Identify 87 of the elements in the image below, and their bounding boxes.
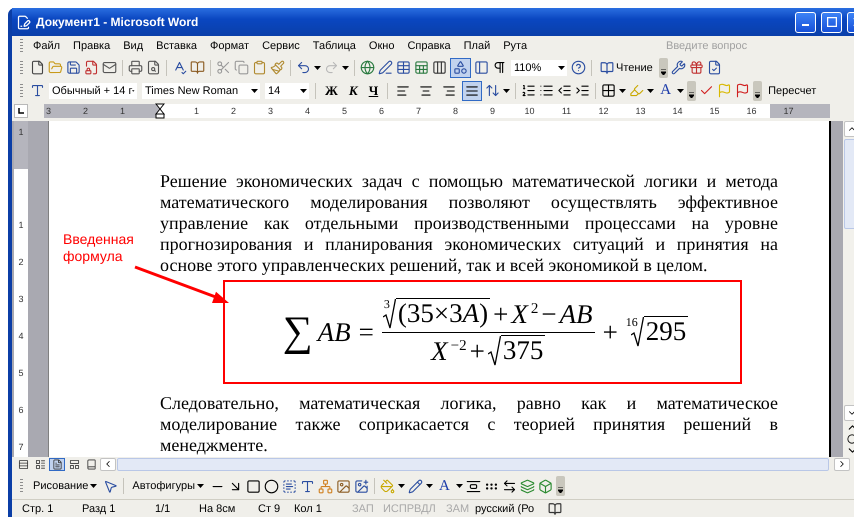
font-color-button[interactable]: A xyxy=(436,476,453,496)
ruler-number: 7 xyxy=(18,440,24,454)
math-number: ) xyxy=(479,298,488,328)
menu-item[interactable]: Справка xyxy=(401,40,458,52)
ruler-number: 3 xyxy=(18,292,24,306)
math-operator: + xyxy=(493,298,508,330)
menu-item[interactable]: Таблица xyxy=(306,40,363,52)
math-number: 295 xyxy=(646,316,686,346)
math-operator: + xyxy=(470,336,485,367)
ruler-number: 6 xyxy=(18,404,24,417)
bold-button[interactable]: Ж xyxy=(321,80,342,101)
menu-item[interactable]: Вид xyxy=(117,40,150,52)
ruler-number: 1 xyxy=(18,126,24,140)
ruler-number: 7 xyxy=(414,106,422,116)
status-item: русский (Ро xyxy=(475,502,536,515)
menu-item[interactable]: Правка xyxy=(67,40,118,52)
underline-button[interactable]: Ч xyxy=(364,80,382,101)
ruler-number: 6 xyxy=(378,106,385,116)
status-item: Стр. 1 xyxy=(22,502,54,515)
exponent: −2 xyxy=(450,338,467,355)
font-field[interactable]: Times New Roman xyxy=(141,82,261,100)
exponent: 2 xyxy=(530,300,538,318)
math-operator: − xyxy=(541,298,557,330)
ruler-number: 4 xyxy=(18,330,24,343)
status-item: ЗАП xyxy=(352,502,375,515)
ruler-number: 3 xyxy=(266,106,274,116)
math-operator: + xyxy=(602,316,618,348)
status-item: Кол 1 xyxy=(294,502,323,515)
status-item: На 8см xyxy=(199,502,236,515)
menu-item[interactable]: Окно xyxy=(362,40,402,52)
ruler-number: 13 xyxy=(634,106,646,116)
ruler-number: 1 xyxy=(18,218,24,232)
menu-item[interactable]: Формат xyxy=(204,40,256,52)
status-item: ИСПР xyxy=(383,502,414,515)
ruler-number: 10 xyxy=(523,106,536,116)
status-item: Ст 9 xyxy=(258,502,282,515)
status-item: ВДЛ xyxy=(414,502,437,515)
math-operator: = xyxy=(358,316,374,348)
menu-item[interactable]: Файл xyxy=(27,40,68,52)
style-field[interactable]: Обычный + 14 г xyxy=(48,82,138,100)
ruler-number: 2 xyxy=(18,256,24,269)
root-index: 16 xyxy=(626,316,638,328)
ruler-number: 12 xyxy=(597,106,610,116)
annotation-label: Введенная формула xyxy=(63,231,135,266)
status-item: ЗАМ xyxy=(446,502,470,515)
ruler-number: 5 xyxy=(18,366,24,380)
math-number: 375 xyxy=(502,334,544,365)
math-variable: AB xyxy=(560,298,593,330)
math-variable: X xyxy=(511,298,528,330)
zoom-field[interactable]: 110% xyxy=(510,58,568,77)
status-item: 1/1 xyxy=(155,502,172,515)
drawing-menu-button[interactable]: Рисование xyxy=(30,476,100,496)
ruler-number: 17 xyxy=(782,106,794,116)
font-color-button[interactable]: A xyxy=(657,80,674,101)
summation-sign: ∑ xyxy=(282,311,313,354)
reading-button[interactable]: Чтение xyxy=(597,58,656,78)
ruler-number: 11 xyxy=(560,106,572,116)
body-paragraph: Решение экономических задач с помощью математической логики и метода математического моделирования позволяют осуществлять эффективное управление как отдельными производственными процессами на уровне прогнозирования и планирования экономических ситуаций и принятия на основе этого управленческих решений, так и всей экономикой в целом. xyxy=(160,171,778,276)
math-variable: A xyxy=(462,298,480,328)
ruler-number: 2 xyxy=(82,106,89,116)
ruler-number: 14 xyxy=(671,106,684,116)
ruler-number: 9 xyxy=(488,106,496,116)
menu-item[interactable]: Рута xyxy=(497,40,534,52)
status-item: Разд 1 xyxy=(82,502,116,515)
math-variable: X xyxy=(431,336,448,367)
ruler-number: 3 xyxy=(44,106,52,116)
ruler-number: 8 xyxy=(452,106,459,116)
menu-item[interactable]: Сервис xyxy=(256,40,307,52)
math-variable: AB xyxy=(318,316,351,348)
ruler-number: 5 xyxy=(340,106,348,116)
ruler-number: 16 xyxy=(745,106,758,116)
italic-button[interactable]: К xyxy=(344,80,362,101)
vertical-ruler[interactable]: 1 1 2 3 4 5 6 7 xyxy=(14,121,28,458)
menu-item[interactable]: Вставка xyxy=(150,40,204,52)
recount-button[interactable]: Пересчет xyxy=(765,80,820,101)
window-title: Документ1 - Microsoft Word xyxy=(36,15,200,29)
ruler-number: 15 xyxy=(708,106,720,116)
font-size-field[interactable]: 14 xyxy=(264,82,310,100)
menu-item[interactable]: Плай xyxy=(458,40,498,52)
ruler-number: 1 xyxy=(118,106,126,116)
math-number: (35×3 xyxy=(398,298,463,328)
autoshapes-menu-button[interactable]: Автофигуры xyxy=(129,476,207,496)
ruler-number: 1 xyxy=(192,106,200,116)
ruler-number: 2 xyxy=(230,106,237,116)
body-paragraph: Следовательно, математическая логика, равно как и математическое моделирование также соприкасается с теорией принятия решений в менеджменте. xyxy=(160,393,778,456)
ruler-number: 4 xyxy=(304,106,311,116)
root-index: 3 xyxy=(384,298,390,310)
